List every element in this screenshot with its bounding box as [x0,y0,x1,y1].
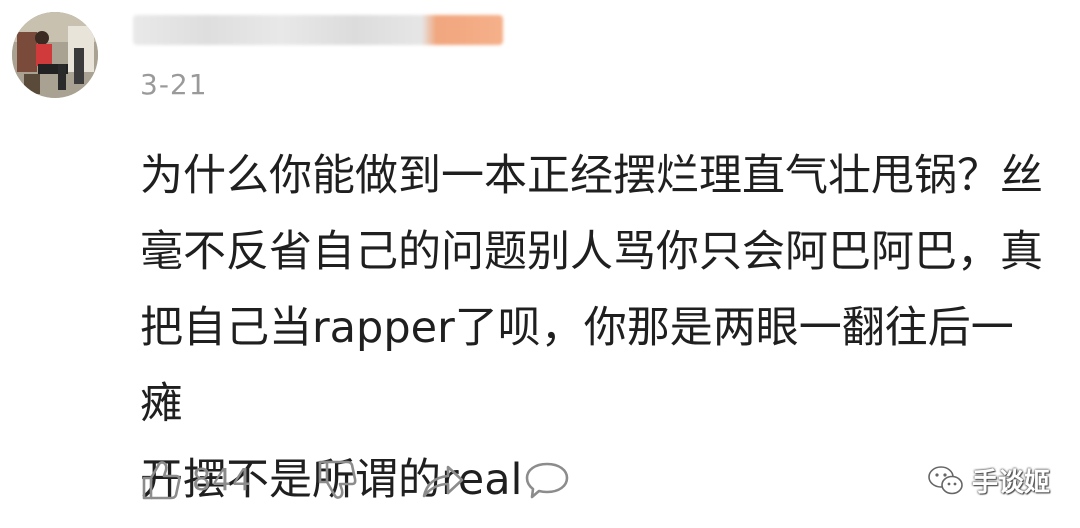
like-count: 844 [192,462,253,498]
dislike-button[interactable] [316,458,360,502]
user-avatar[interactable] [12,12,98,98]
thumbs-down-icon [318,460,357,499]
comment-actions: 844 [0,450,1080,510]
comment-bubble-icon [525,462,569,499]
thumbs-up-icon [142,461,181,500]
avatar-photo [12,12,98,98]
comment-date: 3-21 [140,68,208,101]
share-button[interactable] [420,460,466,500]
wechat-icon [928,465,963,494]
reply-button[interactable] [524,460,570,502]
share-arrow-icon [422,465,464,498]
username-blurred[interactable] [133,15,503,45]
watermark-text: 手谈姬 [972,468,1051,498]
watermark: 手谈姬 [928,462,1050,499]
like-button[interactable]: 844 [140,458,252,502]
